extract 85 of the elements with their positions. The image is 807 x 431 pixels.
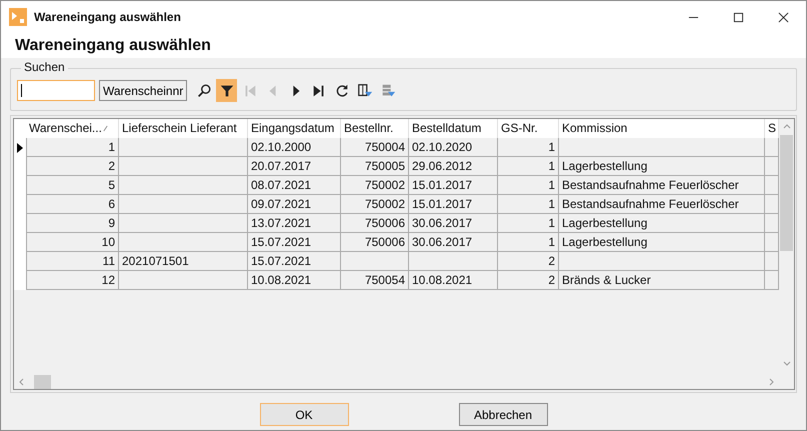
table-cell: 12 [26,271,119,290]
table-cell: 2 [26,157,119,176]
cancel-button[interactable]: Abbrechen [458,403,548,426]
table-cell: 20.07.2017 [248,157,341,176]
table-cell: 750054 [341,271,409,290]
table-cell [765,157,779,176]
table-cell [341,252,409,271]
group-label: Suchen [21,60,68,74]
table-cell: 1 [498,233,559,252]
search-icon [196,82,212,98]
table-cell: 750002 [341,195,409,214]
funnel-icon [218,82,235,98]
field-select-button[interactable]: Warenscheinnr [99,80,188,101]
app-icon [9,8,27,26]
table-cell: 5 [26,176,119,195]
search-field[interactable] [17,80,95,101]
table-cell: 1 [498,214,559,233]
table-cell: 02.10.2020 [409,138,498,157]
table-cell [765,195,779,214]
sort-icon [102,125,108,132]
column-header[interactable]: Kommission [562,119,628,138]
table-cell: 2 [498,271,559,290]
table-cell: 1 [498,176,559,195]
table-cell: 750006 [341,214,409,233]
table-cell: 15.01.2017 [409,195,498,214]
table-cell: 11 [26,252,119,271]
table-cell: 30.06.2017 [409,214,498,233]
scroll-left-icon[interactable] [18,378,26,386]
table-cell: 30.06.2017 [409,233,498,252]
table-cell: Lagerbestellung [559,233,765,252]
column-header[interactable]: Lieferschein Lieferant [122,119,237,138]
table-cell: 1 [26,138,119,157]
window-title: Wareneingang auswählen [34,10,181,24]
table-cell: 1 [498,157,559,176]
table-cell: 02.10.2000 [248,138,341,157]
ok-button[interactable]: OK [260,403,348,426]
table-cell: 15.07.2021 [248,233,341,252]
table-cell: Bränds & Lucker [559,271,765,290]
table-cell: 6 [26,195,119,214]
close-icon[interactable] [778,12,789,22]
table-cell: Bestandsaufnahme Feuerlöscher [559,176,765,195]
table-cell: Lagerbestellung [559,157,765,176]
scroll-up-icon[interactable] [782,123,790,131]
row-filter-icon [380,82,396,98]
table-cell: 13.07.2021 [248,214,341,233]
table-cell: Lagerbestellung [559,214,765,233]
table-cell: 750004 [341,138,409,157]
column-header[interactable]: S [768,119,776,138]
table-cell [765,176,779,195]
table-cell: 750002 [341,176,409,195]
table-cell: 09.07.2021 [248,195,341,214]
row-indicator-icon [17,142,23,152]
table-cell [765,214,779,233]
column-header[interactable]: GS-Nr. [501,119,538,138]
scroll-thumb[interactable] [780,135,793,251]
table-cell: Bestandsaufnahme Feuerlöscher [559,195,765,214]
column-header[interactable]: Warenschei... [29,119,102,138]
table-cell: 10 [26,233,119,252]
scroll-thumb[interactable] [34,374,51,388]
column-header[interactable]: Bestelldatum [412,119,482,138]
column-header[interactable]: Bestellnr. [344,119,394,138]
table-cell: 1 [498,138,559,157]
table-cell: 08.07.2021 [248,176,341,195]
table-cell: 750005 [341,157,409,176]
table-cell: 29.06.2012 [409,157,498,176]
column-filter-icon [356,82,373,98]
column-header[interactable]: Eingangsdatum [251,119,334,138]
table-cell: 10.08.2021 [248,271,341,290]
table-cell [765,252,779,271]
table-cell: 9 [26,214,119,233]
table-cell: 15.07.2021 [248,252,341,271]
table-cell [765,138,779,157]
table-cell: 15.01.2017 [409,176,498,195]
table-cell: 2 [498,252,559,271]
scroll-right-icon[interactable] [767,378,775,386]
table-cell: 750006 [341,233,409,252]
filter-button[interactable] [216,79,238,102]
table-cell: 1 [498,195,559,214]
scroll-down-icon[interactable] [782,359,790,367]
table-cell [765,271,779,290]
table-cell: 10.08.2021 [409,271,498,290]
maximize-icon[interactable] [733,12,744,22]
dialog-heading: Wareneingang auswählen [15,37,211,54]
table-cell [765,233,779,252]
table-cell: 2021071501 [119,252,248,271]
